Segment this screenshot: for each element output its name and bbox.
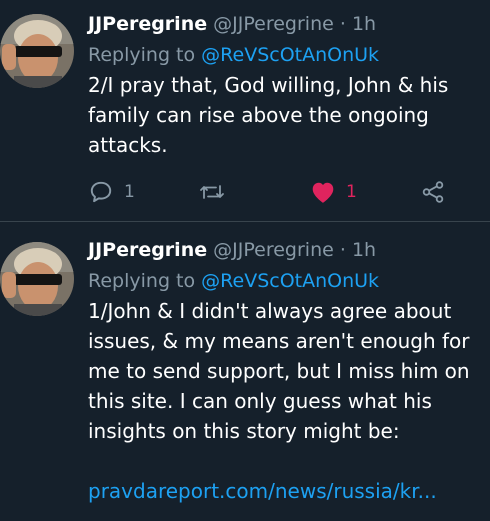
tweet-header: JJPeregrine @JJPeregrine · 1h [88, 236, 476, 264]
avatar-image [0, 14, 74, 88]
retweet-button[interactable] [198, 178, 226, 206]
avatar-image [0, 242, 74, 316]
share-icon [422, 181, 444, 203]
like-button[interactable]: 1 [310, 178, 357, 206]
tweet-time[interactable]: 1h [352, 239, 376, 261]
tweet-actions: 1 1 [88, 172, 468, 212]
retweet-icon [200, 185, 224, 199]
replying-to: Replying to @ReVScOtAnOnUk [88, 266, 476, 296]
author-name[interactable]: JJPeregrine [88, 13, 207, 35]
tweet-time[interactable]: 1h [352, 13, 376, 35]
author-handle[interactable]: @JJPeregrine [213, 13, 334, 35]
tweet-text-line: issues, & my means aren't enough for [88, 329, 470, 353]
author-name[interactable]: JJPeregrine [88, 239, 207, 261]
tweet-text-line: family can rise above the ongoing [88, 103, 429, 127]
replying-to: Replying to @ReVScOtAnOnUk [88, 40, 476, 70]
tweet-text-line: this site. I can only guess what his [88, 389, 432, 413]
reply-icon [90, 181, 112, 203]
tweet-link[interactable]: pravdareport.com/news/russia/kr... [88, 476, 476, 506]
avatar[interactable] [0, 14, 74, 88]
reply-button[interactable]: 1 [88, 178, 135, 206]
tweet-text-line: me to send support, but I miss him on [88, 359, 470, 383]
tweet-text-line: attacks. [88, 133, 168, 157]
replying-prefix: Replying to [88, 44, 196, 66]
author-handle[interactable]: @JJPeregrine [213, 239, 334, 261]
tweet-text-line: insights on this story might be: [88, 419, 400, 443]
tweet[interactable]: JJPeregrine @JJPeregrine · 1h Replying t… [0, 0, 490, 222]
replying-prefix: Replying to [88, 270, 196, 292]
separator-dot: · [339, 13, 346, 35]
tweet-text: 2/I pray that, God willing, John & his f… [88, 70, 476, 160]
tweet-text: 1/John & I didn't always agree about iss… [88, 296, 476, 446]
tweet-text-line: 2/I pray that, God willing, John & his [88, 73, 449, 97]
heart-icon [312, 182, 334, 203]
like-count: 1 [346, 182, 357, 202]
mention-link[interactable]: @ReVScOtAnOnUk [201, 44, 379, 66]
tweet[interactable]: JJPeregrine @JJPeregrine · 1h Replying t… [0, 222, 490, 521]
mention-link[interactable]: @ReVScOtAnOnUk [201, 270, 379, 292]
reply-count: 1 [124, 182, 135, 202]
tweet-header: JJPeregrine @JJPeregrine · 1h [88, 10, 476, 38]
tweet-text-line: 1/John & I didn't always agree about [88, 299, 452, 323]
avatar[interactable] [0, 242, 74, 316]
separator-dot: · [339, 239, 346, 261]
share-button[interactable] [420, 178, 446, 206]
